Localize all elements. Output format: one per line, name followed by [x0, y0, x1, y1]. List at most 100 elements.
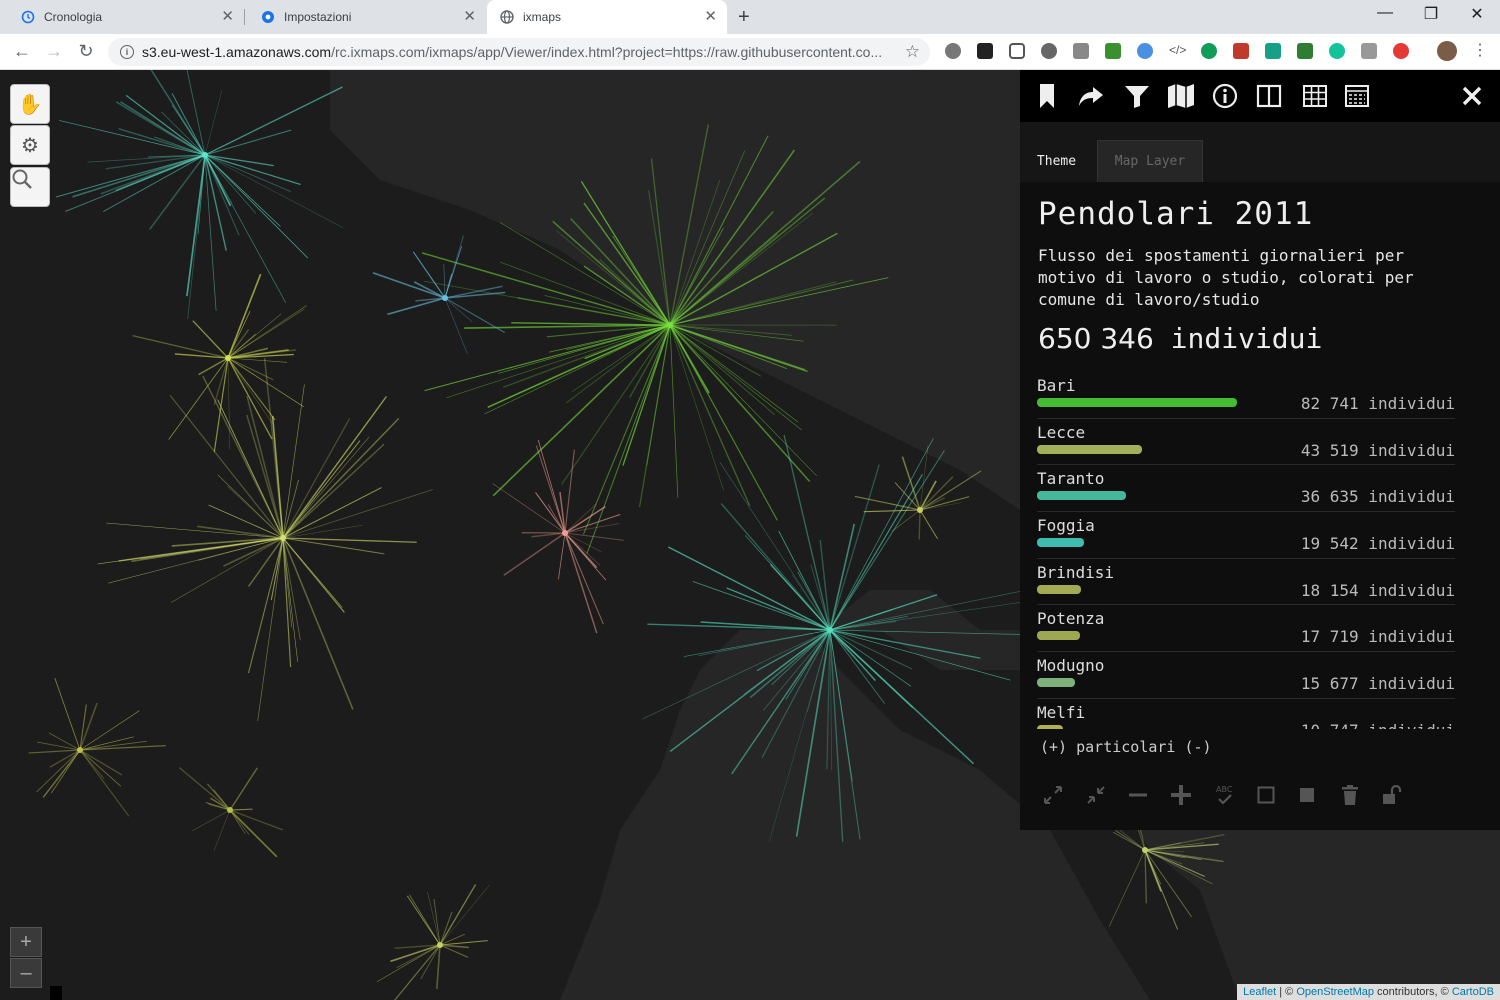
flow-hub — [1142, 847, 1148, 853]
list-item[interactable]: Taranto 36 635 individui — [1037, 465, 1455, 513]
url-host: s3.eu-west-1.amazonaws.com — [142, 44, 332, 60]
tab-theme[interactable]: Theme — [1020, 140, 1093, 182]
data-grid-icon[interactable] — [1343, 82, 1371, 110]
extension-icon[interactable] — [1265, 43, 1281, 59]
checkbox-filled-icon[interactable] — [1294, 782, 1320, 808]
details-toggle[interactable]: (+) particolari (-) — [1040, 738, 1212, 756]
extension-icon[interactable] — [1393, 43, 1409, 59]
scale-indicator — [50, 986, 62, 1000]
sync-extension-icon[interactable] — [1041, 43, 1057, 59]
collapse-icon[interactable] — [1083, 782, 1109, 808]
shield-extension-icon[interactable] — [1361, 43, 1377, 59]
tab-title: Cronologia — [44, 10, 103, 24]
category-list[interactable]: Bari 82 741 individui Lecce 43 519 individu… — [1037, 372, 1455, 729]
list-item[interactable]: Brindisi 18 154 individui — [1037, 559, 1455, 606]
zoom-in-button[interactable]: + — [10, 927, 42, 957]
extension-icon[interactable] — [1201, 43, 1217, 59]
item-value: 19 542 individui — [1300, 534, 1455, 554]
list-item[interactable]: Modugno 15 677 individui — [1037, 652, 1455, 699]
theme-content: Pendolari 2011 Flusso dei spostamenti gi… — [1020, 182, 1500, 830]
address-bar[interactable]: i s3.eu-west-1.amazonaws.com/rc.ixmaps.c… — [108, 38, 930, 66]
layers-extension-icon[interactable] — [977, 43, 993, 59]
reload-button[interactable]: ↻ — [76, 41, 96, 61]
flow-line — [918, 509, 921, 540]
extension-icon[interactable] — [1137, 43, 1153, 59]
search-button[interactable] — [10, 167, 50, 207]
tab-map-layer[interactable]: Map Layer — [1097, 140, 1203, 182]
flow-hub — [437, 942, 443, 948]
extension-icon[interactable] — [945, 43, 961, 59]
close-tab-icon[interactable]: ✕ — [221, 9, 234, 25]
list-item[interactable]: Foggia 19 542 individui — [1037, 512, 1455, 559]
restore-button[interactable]: ❐ — [1408, 4, 1454, 24]
close-window-button[interactable]: ✕ — [1454, 4, 1500, 24]
flow-hub — [227, 807, 233, 813]
list-item[interactable]: Bari 82 741 individui — [1037, 372, 1455, 419]
flow-hub — [202, 152, 208, 158]
search-icon — [12, 169, 32, 189]
pdf-extension-icon[interactable] — [1233, 43, 1249, 59]
settings-gear-button[interactable]: ⚙ — [10, 125, 50, 165]
tab-title: Impostazioni — [284, 10, 352, 24]
tab-ixmaps[interactable]: ixmaps ✕ — [487, 0, 727, 34]
flow-line — [1144, 833, 1225, 851]
checkbox-empty-icon[interactable] — [1253, 782, 1279, 808]
osm-link[interactable]: OpenStreetMap — [1296, 986, 1374, 998]
grammarly-extension-icon[interactable] — [1329, 43, 1345, 59]
tab-cronologia[interactable]: Cronologia ✕ — [0, 0, 244, 34]
flow-line — [669, 150, 746, 326]
list-item[interactable]: Potenza 17 719 individui — [1037, 605, 1455, 653]
map-icon[interactable] — [1167, 82, 1195, 110]
theme-total: 650 346 individui — [1038, 322, 1322, 355]
item-value: 17 719 individui — [1300, 627, 1455, 647]
flow-line — [669, 211, 774, 326]
bookmark-star-icon[interactable]: ☆ — [905, 42, 920, 62]
carto-link[interactable]: CartoDB — [1452, 986, 1494, 998]
camera-extension-icon[interactable] — [1073, 43, 1089, 59]
expand-icon[interactable] — [1040, 782, 1066, 808]
minus-icon[interactable] — [1125, 782, 1151, 808]
item-value: 36 635 individui — [1300, 487, 1455, 507]
spellcheck-icon[interactable]: ABC — [1211, 782, 1237, 808]
item-name: Potenza — [1037, 609, 1105, 629]
flow-hub — [917, 507, 923, 513]
info-icon[interactable]: i — [120, 45, 134, 59]
menu-icon[interactable]: ⋮ — [1470, 41, 1490, 61]
trash-icon[interactable] — [1337, 782, 1363, 808]
forward-button[interactable]: → — [44, 41, 64, 61]
table-icon[interactable] — [1301, 82, 1329, 110]
new-tab-button[interactable]: + — [738, 6, 750, 29]
list-item[interactable]: Melfi 10 747 individui — [1037, 699, 1455, 729]
vue-extension-icon[interactable] — [1105, 43, 1121, 59]
share-icon[interactable] — [1077, 82, 1105, 110]
flow-line — [829, 616, 908, 631]
close-tab-icon[interactable]: ✕ — [704, 9, 717, 25]
pocket-extension-icon[interactable] — [1009, 43, 1025, 59]
pan-hand-button[interactable]: ✋ — [10, 84, 50, 124]
leaflet-link[interactable]: Leaflet — [1243, 986, 1276, 998]
split-view-icon[interactable] — [1255, 82, 1283, 110]
theme-panel: Theme Map Layer Pendolari 2011 Flusso de… — [1020, 70, 1500, 830]
info-circle-icon[interactable] — [1211, 82, 1239, 110]
unlock-icon[interactable] — [1379, 782, 1405, 808]
close-tab-icon[interactable]: ✕ — [463, 9, 476, 25]
code-extension-icon[interactable]: </> — [1169, 43, 1186, 59]
markdown-extension-icon[interactable] — [1297, 43, 1313, 59]
zoom-out-button[interactable]: – — [10, 958, 42, 988]
flow-line — [669, 135, 769, 326]
profile-avatar[interactable] — [1437, 41, 1457, 61]
flow-hub — [442, 295, 448, 301]
item-value: 10 747 individui — [1301, 721, 1455, 729]
list-item[interactable]: Lecce 43 519 individui — [1037, 419, 1455, 466]
minimize-button[interactable]: — — [1362, 4, 1408, 22]
tab-title: ixmaps — [523, 10, 562, 24]
tab-impostazioni[interactable]: Impostazioni ✕ — [240, 0, 486, 34]
back-button[interactable]: ← — [12, 41, 32, 61]
filter-icon[interactable] — [1123, 82, 1151, 110]
close-panel-icon[interactable] — [1458, 82, 1486, 110]
item-value: 15 677 individui — [1300, 674, 1455, 694]
plus-icon[interactable] — [1168, 782, 1194, 808]
bookmark-icon[interactable] — [1033, 82, 1061, 110]
flow-hub — [280, 535, 286, 541]
item-name: Melfi — [1037, 702, 1086, 722]
